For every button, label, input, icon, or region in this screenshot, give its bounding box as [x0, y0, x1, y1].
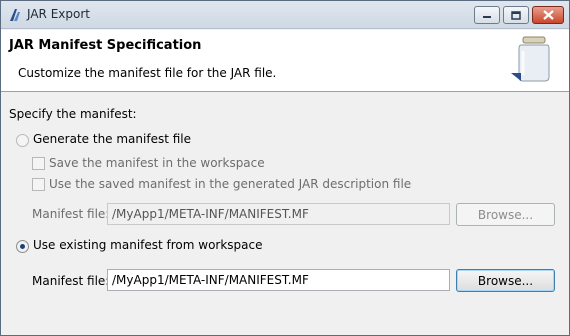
use-existing-manifest-radio[interactable] — [16, 240, 29, 253]
jar-export-window: JAR Export JAR Manifest Specification Cu… — [0, 0, 570, 336]
generate-manifest-radio[interactable] — [16, 134, 29, 147]
generate-manifest-label: Generate the manifest file — [33, 132, 192, 146]
minimize-button[interactable] — [474, 6, 500, 24]
existing-manifest-file-label: Manifest file: — [32, 274, 110, 288]
wizard-header: JAR Manifest Specification Customize the… — [1, 30, 569, 92]
page-description: Customize the manifest file for the JAR … — [18, 66, 277, 80]
save-in-workspace-checkbox[interactable] — [32, 157, 45, 170]
close-button[interactable] — [532, 6, 564, 24]
maximize-icon — [511, 10, 521, 20]
existing-browse-button[interactable]: Browse... — [456, 269, 555, 292]
minimize-icon — [483, 16, 491, 18]
manifest-options: Specify the manifest: Generate the manif… — [1, 93, 569, 335]
page-title: JAR Manifest Specification — [9, 38, 202, 53]
use-existing-manifest-label: Use existing manifest from workspace — [33, 238, 263, 252]
specify-manifest-label: Specify the manifest: — [9, 107, 137, 121]
title-bar: JAR Export — [1, 1, 569, 29]
window-title: JAR Export — [27, 7, 90, 21]
generate-manifest-file-label: Manifest file: — [32, 207, 110, 221]
jar-icon — [511, 36, 550, 82]
use-saved-manifest-label: Use the saved manifest in the generated … — [49, 177, 412, 191]
use-saved-manifest-checkbox[interactable] — [32, 178, 45, 191]
save-in-workspace-label: Save the manifest in the workspace — [49, 156, 265, 170]
generate-browse-button[interactable]: Browse... — [456, 203, 555, 226]
maximize-button[interactable] — [503, 6, 529, 24]
existing-manifest-file-field[interactable]: /MyApp1/META-INF/MANIFEST.MF — [107, 269, 450, 291]
eclipse-icon — [10, 9, 20, 21]
generate-manifest-file-field[interactable]: /MyApp1/META-INF/MANIFEST.MF — [107, 203, 450, 225]
close-icon — [542, 10, 554, 20]
